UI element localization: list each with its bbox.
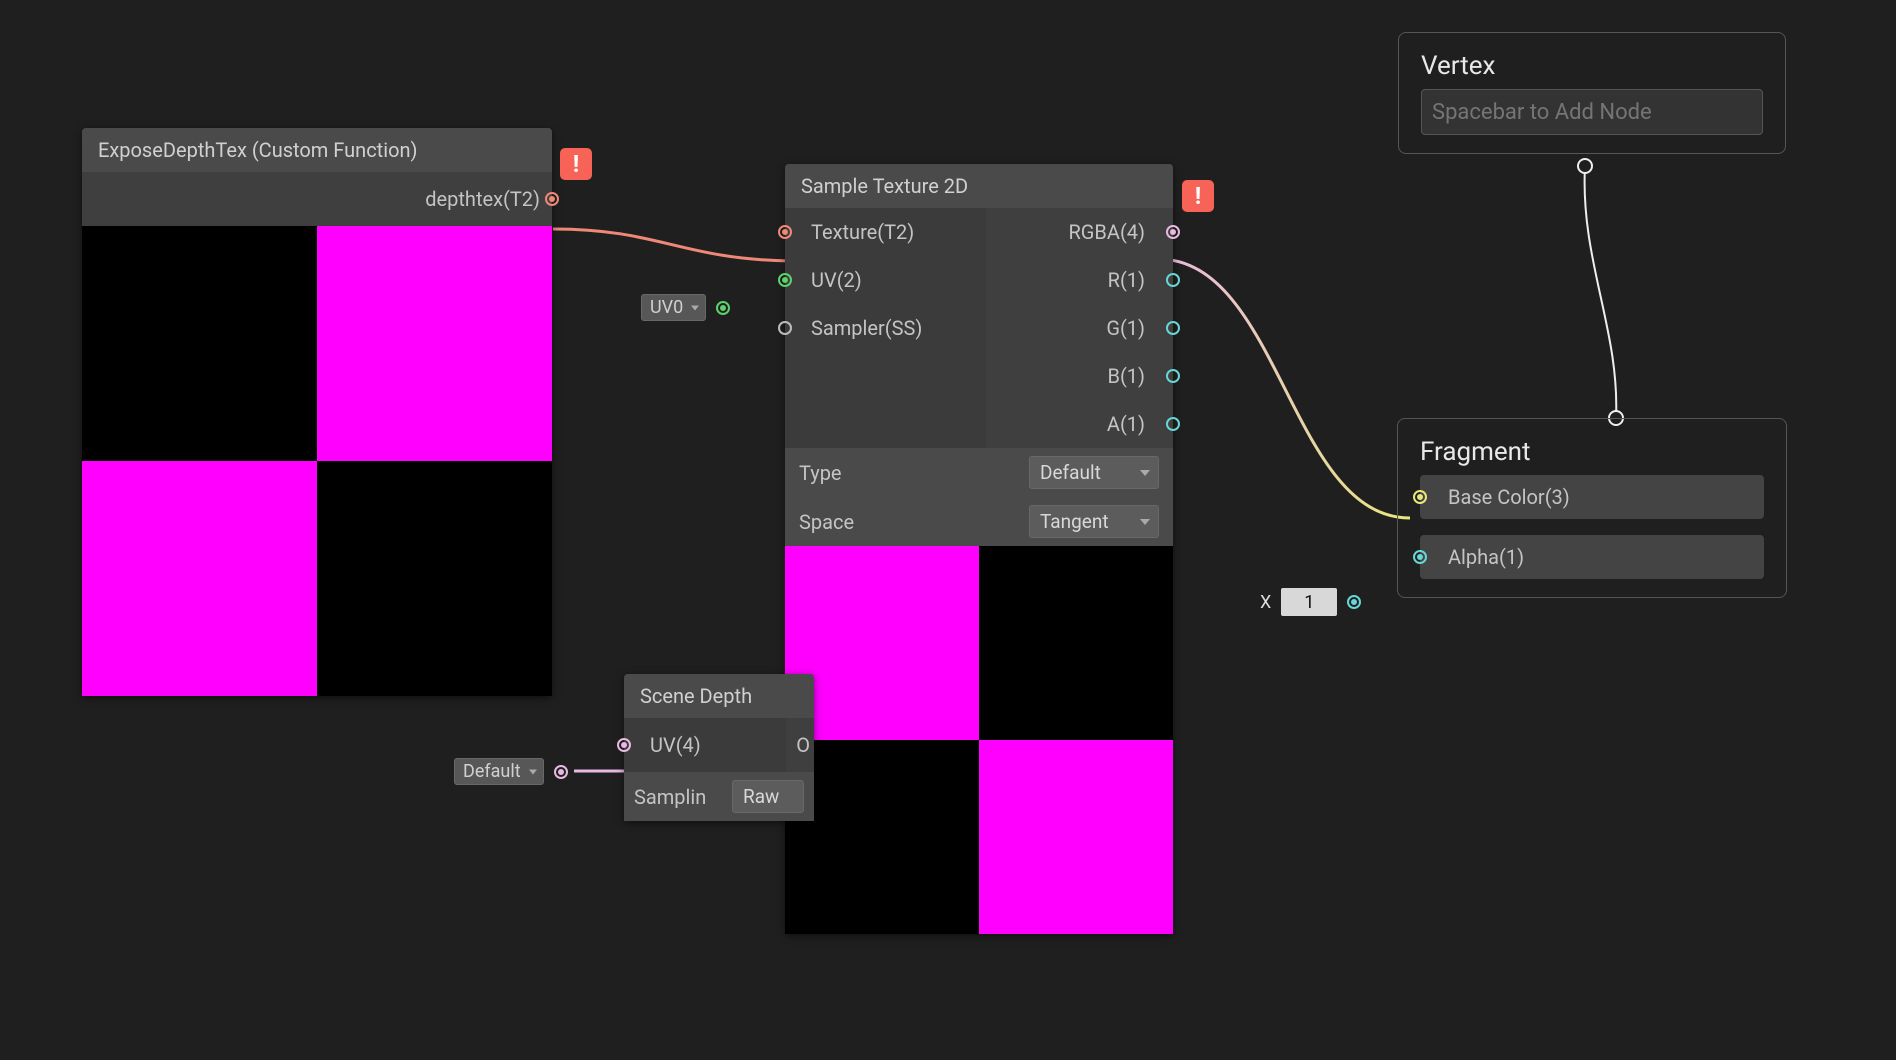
port-label-b: B(1) bbox=[1107, 364, 1145, 388]
alpha-value-input[interactable] bbox=[1281, 588, 1337, 616]
alpha-value-control: X bbox=[1260, 588, 1361, 616]
warning-icon[interactable]: ! bbox=[560, 148, 592, 180]
port-label-depthtex: depthtex(T2) bbox=[425, 187, 540, 211]
dropdown-space[interactable]: Tangent bbox=[1029, 505, 1159, 538]
prop-type-label: Type bbox=[799, 461, 842, 485]
port-in-alpha[interactable] bbox=[1413, 550, 1427, 564]
node-title: Sample Texture 2D bbox=[785, 164, 1173, 208]
alpha-prefix-label: X bbox=[1260, 592, 1271, 613]
node-preview bbox=[785, 546, 1173, 934]
fragment-stack[interactable]: Fragment Base Color(3) Alpha(1) bbox=[1397, 418, 1787, 598]
port-in-texture[interactable] bbox=[778, 225, 792, 239]
chevron-down-icon bbox=[529, 769, 537, 774]
slot-label-base-color: Base Color(3) bbox=[1448, 485, 1570, 509]
port-in-uv[interactable] bbox=[778, 273, 792, 287]
fragment-title: Fragment bbox=[1420, 437, 1764, 467]
port-label-uv: UV(2) bbox=[811, 268, 862, 292]
port-uv-mode-out[interactable] bbox=[554, 765, 568, 779]
port-alpha-value-out[interactable] bbox=[1347, 595, 1361, 609]
dropdown-uv-channel[interactable]: UV0 bbox=[641, 294, 706, 321]
slot-alpha[interactable]: Alpha(1) bbox=[1420, 535, 1764, 579]
port-out-r[interactable] bbox=[1166, 273, 1180, 287]
port-label-rgba: RGBA(4) bbox=[1068, 220, 1145, 244]
node-scene-depth[interactable]: Scene Depth UV(4) O Samplin Raw bbox=[624, 674, 814, 821]
prop-sampling-label: Samplin bbox=[634, 785, 706, 809]
prop-space-label: Space bbox=[799, 510, 854, 534]
port-uv-channel-out[interactable] bbox=[716, 301, 730, 315]
chevron-down-icon bbox=[1140, 519, 1150, 525]
slot-label-alpha: Alpha(1) bbox=[1448, 545, 1524, 569]
chevron-down-icon bbox=[691, 305, 699, 310]
chevron-down-icon bbox=[1140, 470, 1150, 476]
port-out-g[interactable] bbox=[1166, 321, 1180, 335]
warning-icon[interactable]: ! bbox=[1182, 180, 1214, 212]
port-label-sampler: Sampler(SS) bbox=[811, 316, 922, 340]
port-label-a: A(1) bbox=[1107, 412, 1145, 436]
add-node-search[interactable] bbox=[1421, 89, 1763, 135]
port-in-base-color[interactable] bbox=[1413, 490, 1427, 504]
port-out-rgba[interactable] bbox=[1166, 225, 1180, 239]
node-title: ExposeDepthTex (Custom Function) bbox=[82, 128, 552, 172]
node-preview bbox=[82, 226, 552, 696]
port-label-uv: UV(4) bbox=[650, 733, 701, 757]
port-label-out: O bbox=[796, 733, 810, 757]
port-out-a[interactable] bbox=[1166, 417, 1180, 431]
dropdown-type[interactable]: Default bbox=[1029, 456, 1159, 489]
node-expose-depth-tex[interactable]: ExposeDepthTex (Custom Function) depthte… bbox=[82, 128, 552, 696]
port-label-texture: Texture(T2) bbox=[811, 220, 914, 244]
uv-channel-control: UV0 bbox=[641, 294, 730, 321]
port-label-r: R(1) bbox=[1108, 268, 1145, 292]
dropdown-scene-depth-uv-mode[interactable]: Default bbox=[454, 758, 544, 785]
port-in-uv[interactable] bbox=[617, 738, 631, 752]
port-label-g: G(1) bbox=[1106, 316, 1145, 340]
scene-depth-uv-mode-control: Default bbox=[454, 758, 568, 785]
node-title: Scene Depth bbox=[624, 674, 814, 718]
node-sample-texture-2d[interactable]: Sample Texture 2D Texture(T2) UV(2) Samp… bbox=[785, 164, 1173, 934]
dropdown-sampling[interactable]: Raw bbox=[732, 780, 804, 813]
vertex-title: Vertex bbox=[1421, 51, 1763, 81]
slot-base-color[interactable]: Base Color(3) bbox=[1420, 475, 1764, 519]
port-out-b[interactable] bbox=[1166, 369, 1180, 383]
port-out-depthtex[interactable] bbox=[545, 192, 559, 206]
port-in-sampler[interactable] bbox=[778, 321, 792, 335]
vertex-stack[interactable]: Vertex bbox=[1398, 32, 1786, 154]
